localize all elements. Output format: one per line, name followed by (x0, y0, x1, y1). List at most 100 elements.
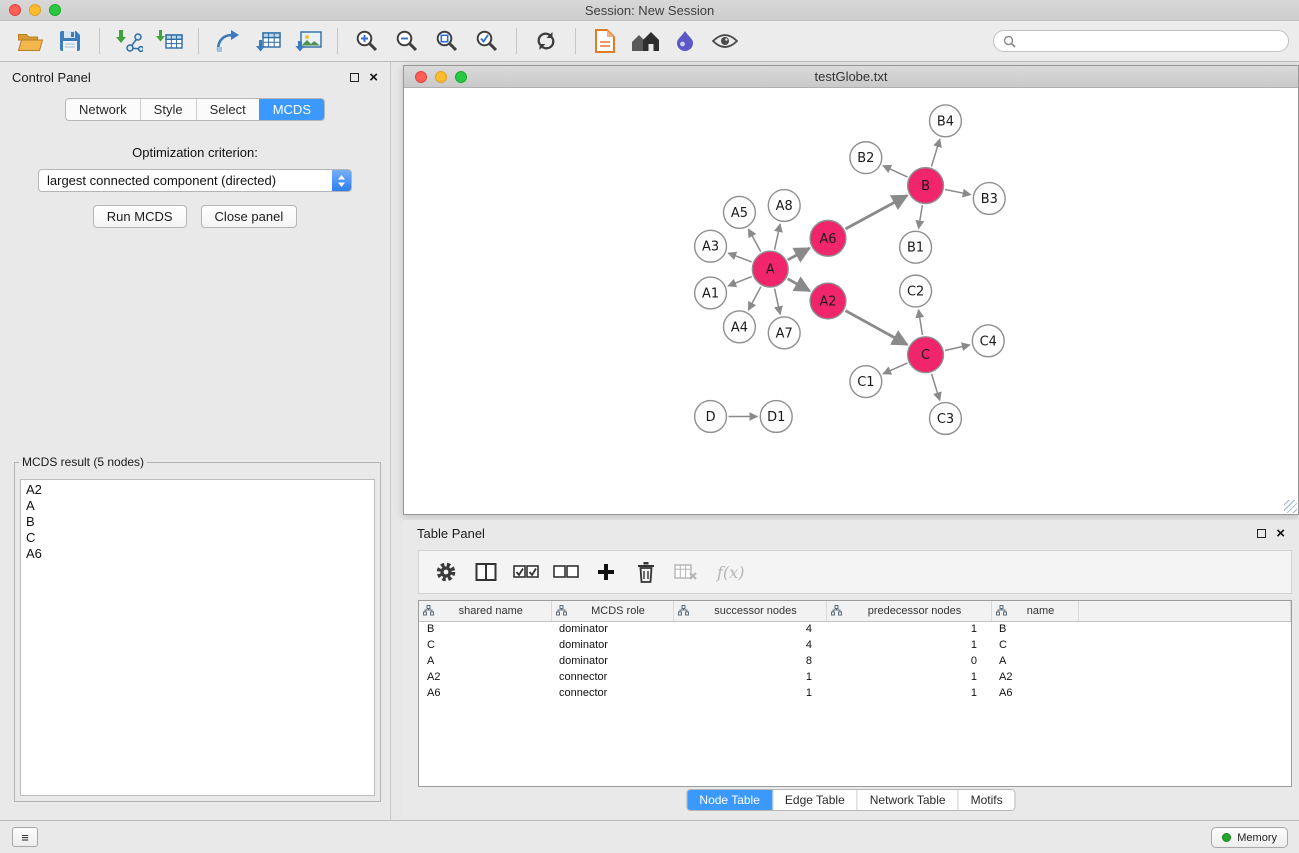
node-A7[interactable]: A7 (768, 317, 800, 349)
search-input[interactable] (1021, 34, 1279, 48)
export-table-button[interactable] (248, 25, 288, 57)
cell-name[interactable]: A6 (991, 685, 1078, 701)
cell-predecessor-nodes[interactable]: 1 (826, 621, 991, 637)
mcds-result-item[interactable]: C (26, 530, 369, 546)
export-image-button[interactable] (288, 25, 328, 57)
node-D[interactable]: D (695, 401, 727, 433)
edge-A-A6[interactable] (788, 248, 810, 260)
cell-successor-nodes[interactable]: 8 (673, 653, 826, 669)
node-C3[interactable]: C3 (930, 403, 962, 435)
cell-predecessor-nodes[interactable]: 0 (826, 653, 991, 669)
zoom-in-button[interactable] (347, 25, 387, 57)
mcds-result-list[interactable]: A2ABCA6 (20, 479, 375, 796)
cell-mcds-role[interactable]: dominator (551, 653, 673, 669)
node-table[interactable]: shared nameMCDS rolesuccessor nodesprede… (418, 600, 1292, 787)
table-row[interactable]: Adominator80A (419, 653, 1291, 669)
import-network-button[interactable] (109, 25, 149, 57)
open-file-button[interactable] (10, 25, 50, 57)
tab-node-table[interactable]: Node Table (687, 790, 772, 810)
cell-shared-name[interactable]: C (419, 637, 551, 653)
table-row[interactable]: Cdominator41C (419, 637, 1291, 653)
network-from-selection-button[interactable] (585, 25, 625, 57)
table-row[interactable]: A6connector11A6 (419, 685, 1291, 701)
cell-shared-name[interactable]: A (419, 653, 551, 669)
zoom-out-button[interactable] (387, 25, 427, 57)
cell-mcds-role[interactable]: dominator (551, 637, 673, 653)
delete-column-button[interactable] (633, 557, 659, 587)
tab-network[interactable]: Network (66, 99, 140, 120)
edge-C-C4[interactable] (945, 345, 970, 351)
cell-mcds-role[interactable]: dominator (551, 621, 673, 637)
zoom-selected-button[interactable] (467, 25, 507, 57)
mcds-result-item[interactable]: A6 (26, 546, 369, 562)
edge-A-A2[interactable] (788, 279, 810, 291)
edge-A-A7[interactable] (775, 289, 781, 315)
close-panel-icon[interactable]: × (369, 70, 378, 85)
edge-A2-C[interactable] (845, 311, 907, 345)
cell-name[interactable]: A2 (991, 669, 1078, 685)
save-session-button[interactable] (50, 25, 90, 57)
node-C4[interactable]: C4 (972, 325, 1004, 357)
edge-A6-B[interactable] (846, 195, 908, 228)
node-B1[interactable]: B1 (900, 231, 932, 263)
edge-C-C2[interactable] (918, 310, 922, 335)
run-mcds-button[interactable]: Run MCDS (93, 205, 187, 228)
add-column-button[interactable] (593, 557, 619, 587)
float-panel-icon[interactable] (350, 73, 359, 82)
cell-successor-nodes[interactable]: 1 (673, 669, 826, 685)
tab-motifs[interactable]: Motifs (958, 790, 1015, 810)
task-history-button[interactable]: ≡ (12, 827, 38, 847)
criterion-dropdown[interactable]: largest connected component (directed) (38, 169, 352, 192)
function-builder-button[interactable]: f(x) (717, 563, 744, 582)
show-hide-button[interactable] (705, 25, 745, 57)
node-A1[interactable]: A1 (695, 277, 727, 309)
column-header-shared-name[interactable]: shared name (419, 601, 551, 621)
network-canvas[interactable]: B4B2BB3A5A8A6B1A3AC2A1A2A4A7C4CC1C3DD1 (404, 88, 1298, 514)
delete-table-button[interactable] (673, 557, 699, 587)
node-A2[interactable]: A2 (810, 283, 846, 319)
table-options-button[interactable] (433, 557, 459, 587)
edge-C-C3[interactable] (932, 374, 940, 401)
first-neighbors-button[interactable] (625, 25, 665, 57)
cell-predecessor-nodes[interactable]: 1 (826, 637, 991, 653)
tab-style[interactable]: Style (140, 99, 196, 120)
cell-predecessor-nodes[interactable]: 1 (826, 669, 991, 685)
cell-mcds-role[interactable]: connector (551, 685, 673, 701)
cell-name[interactable]: B (991, 621, 1078, 637)
node-B[interactable]: B (908, 168, 944, 204)
table-row[interactable]: Bdominator41B (419, 621, 1291, 637)
mcds-result-item[interactable]: A (26, 498, 369, 514)
edge-B-B1[interactable] (919, 205, 923, 228)
edge-A-A8[interactable] (775, 224, 781, 250)
network-graph[interactable]: B4B2BB3A5A8A6B1A3AC2A1A2A4A7C4CC1C3DD1 (404, 88, 1298, 514)
node-B4[interactable]: B4 (930, 105, 962, 137)
edge-B-B2[interactable] (883, 166, 908, 177)
edge-A-A5[interactable] (748, 229, 760, 252)
close-table-panel-icon[interactable]: × (1276, 526, 1285, 541)
cell-successor-nodes[interactable]: 4 (673, 637, 826, 653)
tab-network-table[interactable]: Network Table (857, 790, 958, 810)
tab-mcds[interactable]: MCDS (259, 99, 324, 120)
deselect-all-button[interactable] (553, 557, 579, 587)
node-C[interactable]: C (908, 337, 944, 373)
column-header-name[interactable]: name (991, 601, 1078, 621)
edge-B-B4[interactable] (931, 139, 939, 167)
search-field[interactable] (993, 30, 1289, 52)
node-C2[interactable]: C2 (900, 275, 932, 307)
node-A8[interactable]: A8 (768, 190, 800, 222)
export-network-button[interactable] (208, 25, 248, 57)
cell-mcds-role[interactable]: connector (551, 669, 673, 685)
node-A4[interactable]: A4 (724, 311, 756, 343)
cell-name[interactable]: A (991, 653, 1078, 669)
column-header-successor-nodes[interactable]: successor nodes (673, 601, 826, 621)
cell-successor-nodes[interactable]: 4 (673, 621, 826, 637)
cell-successor-nodes[interactable]: 1 (673, 685, 826, 701)
cell-shared-name[interactable]: A2 (419, 669, 551, 685)
float-table-panel-icon[interactable] (1257, 529, 1266, 538)
cell-name[interactable]: C (991, 637, 1078, 653)
resize-grip-icon[interactable] (1284, 500, 1297, 513)
style-brush-button[interactable] (665, 25, 705, 57)
show-columns-button[interactable] (473, 557, 499, 587)
node-B3[interactable]: B3 (973, 183, 1005, 215)
select-all-button[interactable] (513, 557, 539, 587)
